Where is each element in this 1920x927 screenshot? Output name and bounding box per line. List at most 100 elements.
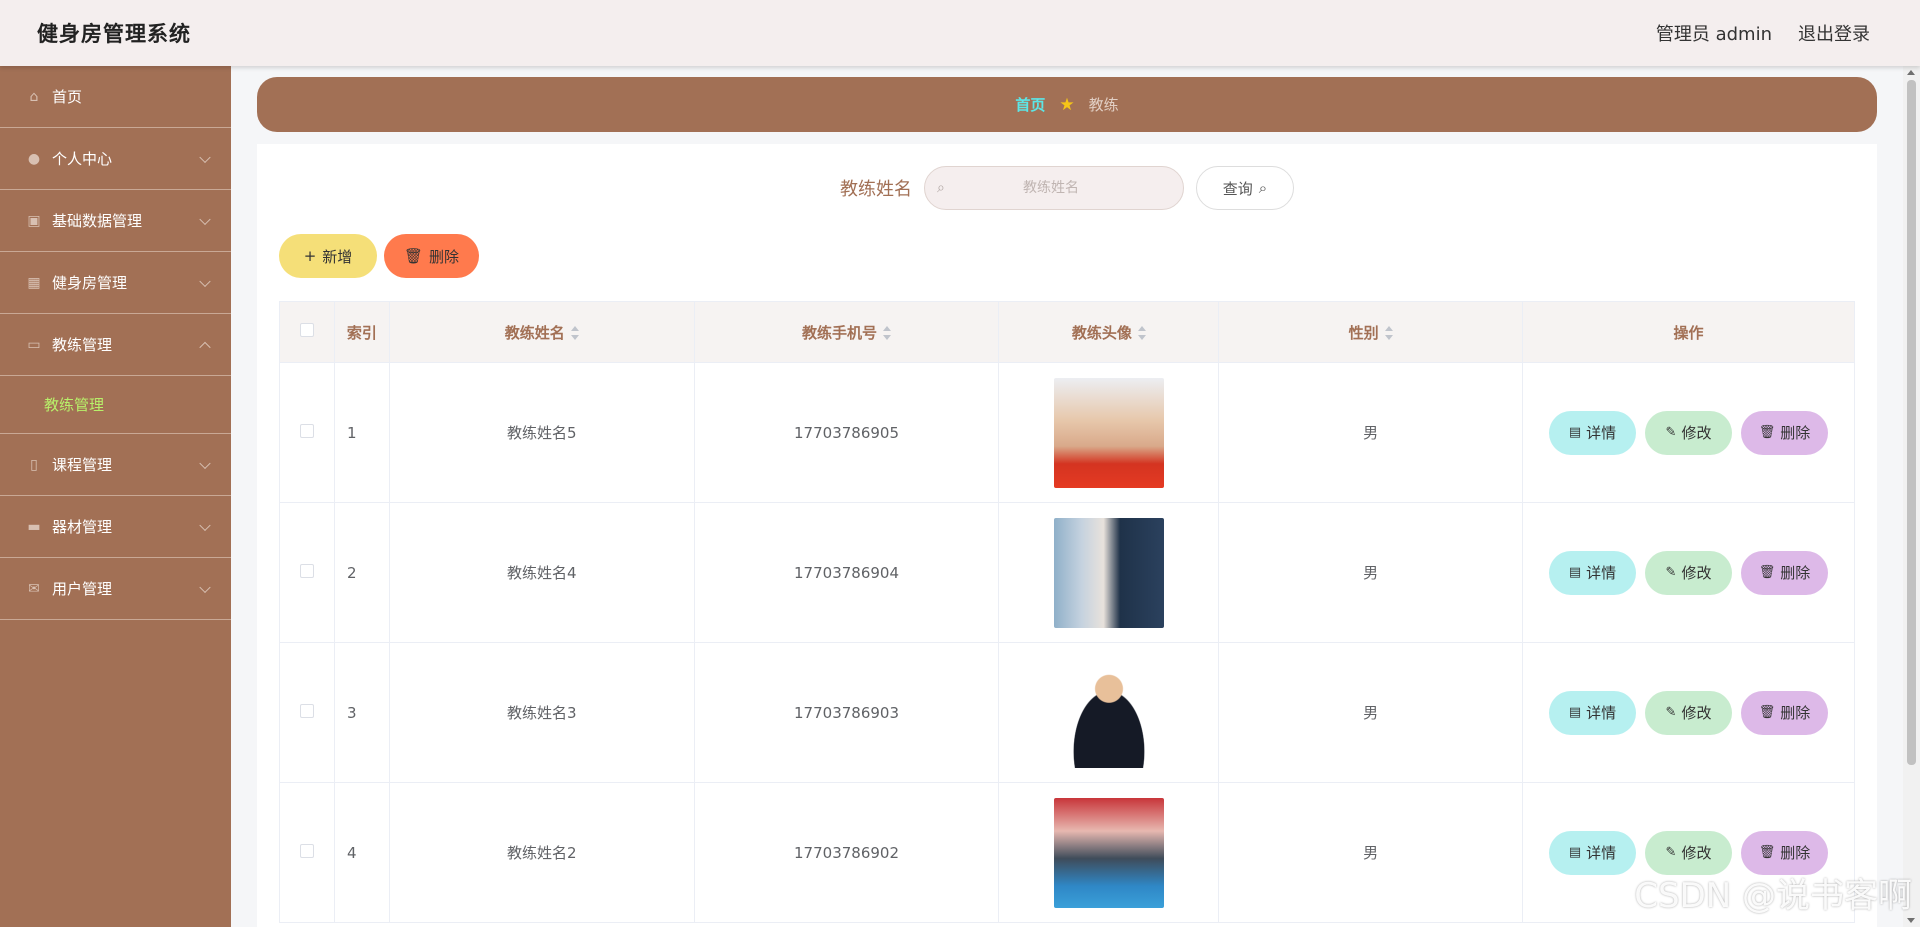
select-all-header <box>279 301 335 363</box>
scroll-down-arrow-icon[interactable] <box>1907 918 1915 923</box>
col-coach-name[interactable]: 教练姓名 <box>389 301 695 363</box>
content-panel: 教练姓名 ⌕ 查询 ⌕ + 新增 🗑 删除 <box>257 144 1877 927</box>
detail-button[interactable]: ▤ 详情 <box>1549 690 1636 735</box>
scroll-up-arrow-icon[interactable] <box>1907 70 1915 75</box>
col-coach-avatar[interactable]: 教练头像 <box>998 301 1220 363</box>
chevron-up-icon <box>199 341 211 353</box>
search-row: 教练姓名 ⌕ 查询 ⌕ <box>257 166 1877 210</box>
delete-button-label: 删除 <box>429 247 460 266</box>
search-input[interactable] <box>939 180 1183 196</box>
add-button[interactable]: + 新增 <box>279 234 377 278</box>
detail-button[interactable]: ▤ 详情 <box>1549 410 1636 455</box>
row-index: 1 <box>334 362 390 503</box>
chevron-down-icon <box>199 213 211 225</box>
trash-icon: 🗑 <box>1758 845 1776 860</box>
row-index: 4 <box>334 782 390 923</box>
page-scrollbar[interactable] <box>1903 66 1920 927</box>
row-gender: 男 <box>1218 642 1523 783</box>
mail-icon: ✉ <box>28 580 40 597</box>
col-operations: 操作 <box>1522 301 1855 363</box>
row-checkbox[interactable] <box>299 703 314 718</box>
coach-avatar-image[interactable] <box>1053 377 1164 488</box>
table-row: 3 教练姓名3 17703786903 男 ▤ 详情 ✎ 修改 🗑 删除 <box>279 642 1855 783</box>
edit-button[interactable]: ✎ 修改 <box>1645 550 1732 595</box>
table-header-row: 索引 教练姓名 教练手机号 教练头像 性别 操作 <box>279 301 1855 363</box>
main-content: 首页 ★ 教练 教练姓名 ⌕ 查询 ⌕ + 新增 🗑 删除 <box>231 66 1920 927</box>
pencil-icon: ✎ <box>1665 845 1677 860</box>
row-index: 2 <box>334 502 390 643</box>
chevron-down-icon <box>199 519 211 531</box>
row-select-cell <box>279 362 335 503</box>
delete-button[interactable]: 🗑 删除 <box>1741 690 1828 735</box>
row-checkbox[interactable] <box>299 423 314 438</box>
row-avatar-cell <box>998 642 1220 783</box>
box-icon: ▬ <box>27 518 41 535</box>
trash-icon: 🗑 <box>1758 425 1776 440</box>
row-coach-phone: 17703786905 <box>694 362 1000 503</box>
coach-avatar-image[interactable] <box>1053 797 1164 908</box>
sidebar: ⌂ 首页 ● 个人中心 ▣ 基础数据管理 ▦ 健身房管理 ▭ 教练管理 教练管理… <box>0 66 231 927</box>
sidebar-item-user[interactable]: ✉ 用户管理 <box>0 558 231 620</box>
briefcase-icon: ▣ <box>27 212 41 229</box>
col-gender[interactable]: 性别 <box>1218 301 1523 363</box>
document-icon: ▤ <box>1568 845 1582 860</box>
delete-button[interactable]: 🗑 删除 <box>1741 410 1828 455</box>
sidebar-item-gym[interactable]: ▦ 健身房管理 <box>0 252 231 314</box>
plus-icon: + <box>303 247 317 265</box>
sidebar-item-personal-center[interactable]: ● 个人中心 <box>0 128 231 190</box>
coach-avatar-image[interactable] <box>1053 657 1164 768</box>
row-coach-phone: 17703786903 <box>694 642 1000 783</box>
row-select-cell <box>279 782 335 923</box>
app-title: 健身房管理系统 <box>37 22 191 46</box>
sidebar-item-label: 器材管理 <box>52 518 113 536</box>
row-avatar-cell <box>998 502 1220 643</box>
sidebar-subitem-coach-management[interactable]: 教练管理 <box>0 376 231 434</box>
detail-button[interactable]: ▤ 详情 <box>1549 550 1636 595</box>
breadcrumb-current: 教练 <box>1088 96 1119 114</box>
row-coach-phone: 17703786902 <box>694 782 1000 923</box>
search-icon: ⌕ <box>1258 179 1268 197</box>
row-ops-cell: ▤ 详情 ✎ 修改 🗑 删除 <box>1522 502 1855 643</box>
batch-delete-button[interactable]: 🗑 删除 <box>384 234 479 278</box>
sort-icon[interactable] <box>883 326 892 340</box>
sidebar-item-label: 基础数据管理 <box>52 212 143 230</box>
chevron-down-icon <box>199 151 211 163</box>
row-gender: 男 <box>1218 782 1523 923</box>
row-coach-phone: 17703786904 <box>694 502 1000 643</box>
sidebar-item-course[interactable]: ▯ 课程管理 <box>0 434 231 496</box>
row-select-cell <box>279 502 335 643</box>
query-button[interactable]: 查询 ⌕ <box>1196 166 1294 210</box>
coach-table: 索引 教练姓名 教练手机号 教练头像 性别 操作 1 教练姓名5 1770378… <box>279 301 1855 923</box>
scrollbar-thumb[interactable] <box>1907 80 1916 765</box>
coach-avatar-image[interactable] <box>1053 517 1164 628</box>
sidebar-item-equipment[interactable]: ▬ 器材管理 <box>0 496 231 558</box>
search-label: 教练姓名 <box>840 179 912 200</box>
row-avatar-cell <box>998 362 1220 503</box>
row-coach-name: 教练姓名4 <box>389 502 695 643</box>
edit-button[interactable]: ✎ 修改 <box>1645 410 1732 455</box>
user-icon: ● <box>27 150 41 167</box>
logout-link[interactable]: 退出登录 <box>1798 20 1870 46</box>
sort-icon[interactable] <box>1384 326 1393 340</box>
col-coach-phone[interactable]: 教练手机号 <box>694 301 1000 363</box>
select-all-checkbox[interactable] <box>299 323 314 337</box>
edit-button[interactable]: ✎ 修改 <box>1645 690 1732 735</box>
sidebar-item-coach[interactable]: ▭ 教练管理 <box>0 314 231 376</box>
sort-icon[interactable] <box>570 326 579 340</box>
sidebar-item-label: 课程管理 <box>52 456 113 474</box>
row-checkbox[interactable] <box>299 843 314 858</box>
admin-user-label[interactable]: 管理员 admin <box>1656 20 1772 46</box>
sidebar-item-home[interactable]: ⌂ 首页 <box>0 66 231 128</box>
row-checkbox[interactable] <box>299 563 314 578</box>
delete-button[interactable]: 🗑 删除 <box>1741 550 1828 595</box>
trash-icon: 🗑 <box>1758 705 1776 720</box>
sort-icon[interactable] <box>1137 326 1146 340</box>
row-coach-name: 教练姓名5 <box>389 362 695 503</box>
grid-icon: ▦ <box>27 274 41 291</box>
detail-button[interactable]: ▤ 详情 <box>1549 830 1636 875</box>
chat-icon: ▭ <box>27 336 41 353</box>
table-row: 1 教练姓名5 17703786905 男 ▤ 详情 ✎ 修改 🗑 删除 <box>279 362 1855 503</box>
pencil-icon: ✎ <box>1665 565 1677 580</box>
sidebar-item-base-data[interactable]: ▣ 基础数据管理 <box>0 190 231 252</box>
breadcrumb-home[interactable]: 首页 <box>1015 94 1045 115</box>
